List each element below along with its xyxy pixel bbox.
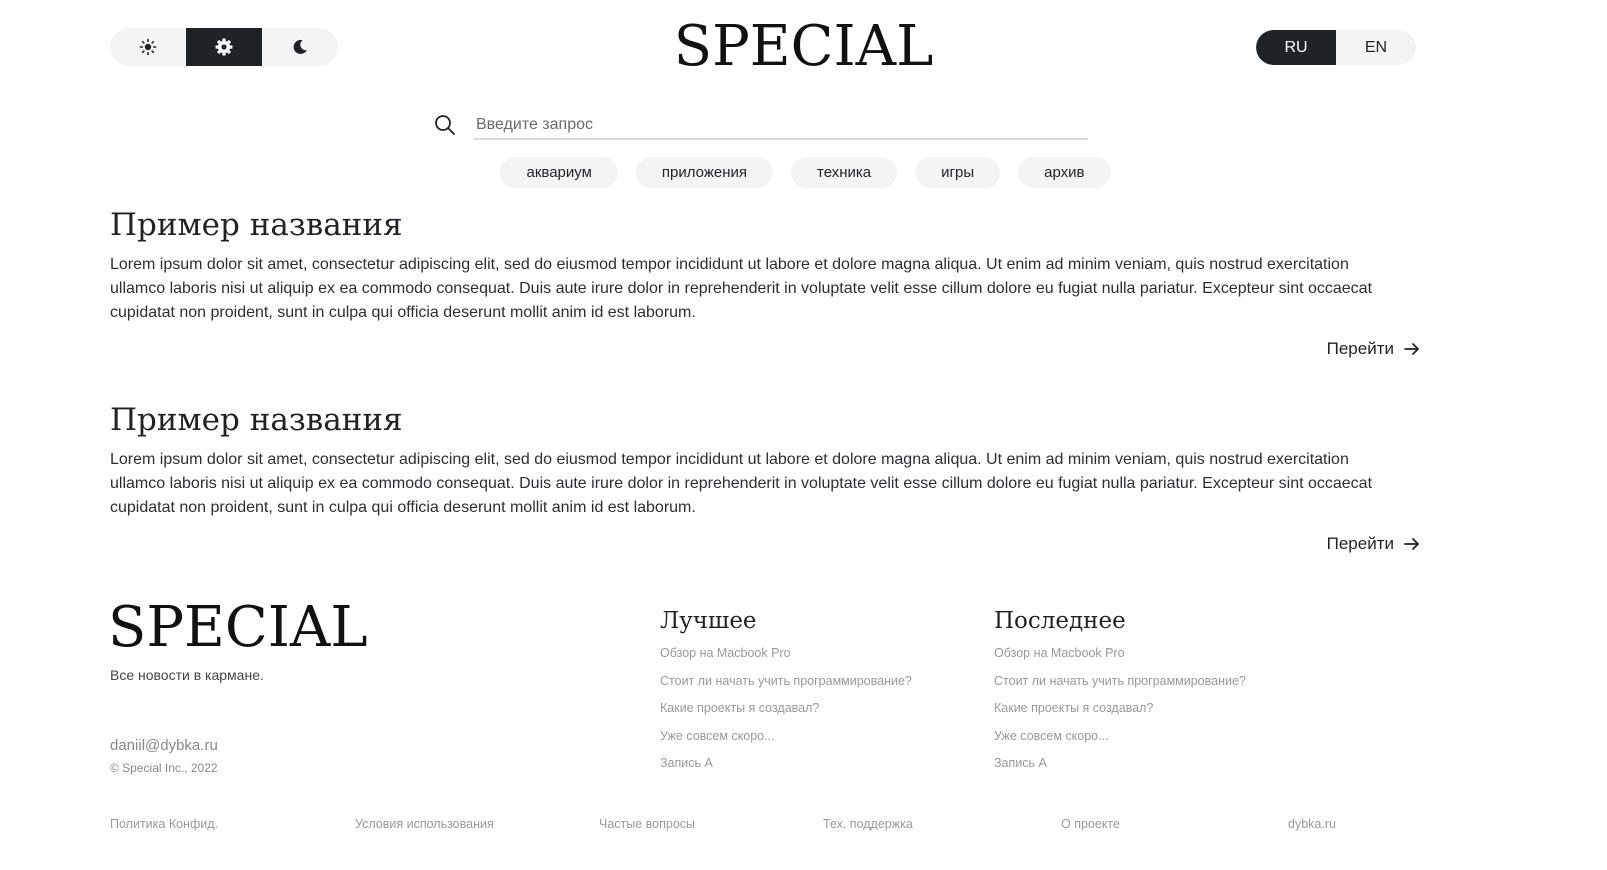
search-bar [434,111,1088,141]
footer-best-item[interactable]: Запись А [660,750,912,778]
search-input[interactable] [474,111,1088,140]
article-excerpt: Lorem ipsum dolor sit amet, consectetur … [110,451,1373,516]
terms-link[interactable]: Условия использования [355,817,494,831]
privacy-policy-link[interactable]: Политика Конфид. [110,817,218,831]
article-excerpt: Lorem ipsum dolor sit amet, consectetur … [110,256,1373,321]
footer-best-item[interactable]: Стоит ли начать учить программирование? [660,668,912,696]
tag-archive[interactable]: архив [1018,157,1111,188]
arrow-right-icon [1404,538,1419,550]
footer-latest-title: Последнее [994,608,1126,634]
article-title[interactable]: Пример названия [110,205,1420,245]
footer-latest-item[interactable]: Обзор на Macbook Pro [994,640,1246,668]
arrow-right-icon [1404,343,1419,355]
read-more-label: Перейти [1326,534,1394,553]
search-icon[interactable] [434,114,456,136]
footer-tagline: Все новости в кармане. [110,667,264,683]
tag-aquarium[interactable]: аквариум [500,157,618,188]
footer-latest-item[interactable]: Уже совсем скоро... [994,723,1246,751]
footer-logo[interactable]: SPECIAL [108,600,368,656]
tag-apps[interactable]: приложения [635,157,774,188]
footer-latest-list: Обзор на Macbook Pro Стоит ли начать учи… [994,640,1246,778]
read-more-label: Перейти [1326,339,1394,358]
support-link[interactable]: Тех. поддержка [823,817,913,831]
footer-latest-section: Последнее Обзор на Macbook Pro Стоит ли … [994,606,1246,778]
footer-latest-item[interactable]: Какие проекты я создавал? [994,695,1246,723]
footer-best-item[interactable]: Обзор на Macbook Pro [660,640,912,668]
footer-best-item[interactable]: Какие проекты я создавал? [660,695,912,723]
tag-tech[interactable]: техника [791,157,898,188]
lang-ru-button[interactable]: RU [1256,30,1336,65]
footer-best-section: Лучшее Обзор на Macbook Pro Стоит ли нач… [660,606,912,778]
footer-best-title: Лучшее [660,608,757,634]
article-card: Пример названия Lorem ipsum dolor sit am… [110,205,1420,365]
footer-latest-item[interactable]: Стоит ли начать учить программирование? [994,668,1246,696]
article-title[interactable]: Пример названия [110,400,1420,440]
about-link[interactable]: О проекте [1061,817,1120,831]
footer-copyright: © Special Inc., 2022 [110,761,218,775]
faq-link[interactable]: Частые вопросы [599,817,695,831]
search-tags: аквариум приложения техника игры архив [0,157,1607,188]
article-card: Пример названия Lorem ipsum dolor sit am… [110,400,1420,560]
footer-bottom-links: Политика Конфид. Условия использования Ч… [0,817,1607,837]
footer-latest-item[interactable]: Запись А [994,750,1246,778]
dybka-site-link[interactable]: dybka.ru [1288,817,1336,831]
article-read-more-link[interactable]: Перейти [1327,339,1420,359]
article-read-more-link[interactable]: Перейти [1327,534,1420,554]
footer-best-item[interactable]: Уже совсем скоро... [660,723,912,751]
lang-en-button[interactable]: EN [1336,30,1416,65]
footer-email-link[interactable]: daniil@dybka.ru [110,737,218,754]
tag-games[interactable]: игры [915,157,1001,188]
footer-best-list: Обзор на Macbook Pro Стоит ли начать учи… [660,640,912,778]
language-switch: RU EN [1256,30,1416,65]
